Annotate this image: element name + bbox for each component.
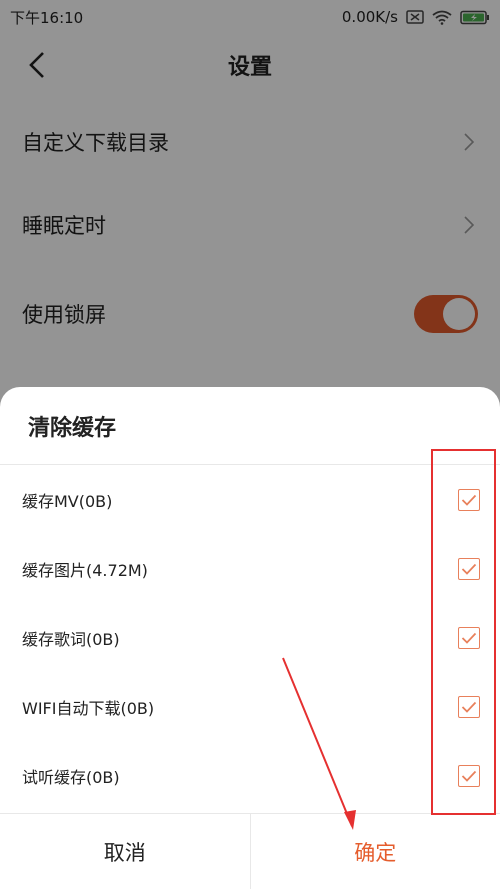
option-wifi-auto-download[interactable]: WIFI自动下载(0B) <box>0 672 500 741</box>
option-label: 试听缓存(0B) <box>22 767 120 787</box>
option-preview-cache[interactable]: 试听缓存(0B) <box>0 741 500 810</box>
sheet-buttons: 取消 确定 <box>0 813 500 889</box>
annotation-highlight-box <box>431 449 496 815</box>
option-label: 缓存MV(0B) <box>22 491 113 511</box>
sheet-title: 清除缓存 <box>0 387 500 465</box>
option-label: 缓存图片(4.72M) <box>22 560 148 580</box>
option-cache-images[interactable]: 缓存图片(4.72M) <box>0 534 500 603</box>
option-cache-lyrics[interactable]: 缓存歌词(0B) <box>0 603 500 672</box>
option-label: 缓存歌词(0B) <box>22 629 120 649</box>
confirm-button[interactable]: 确定 <box>251 814 500 889</box>
cancel-button[interactable]: 取消 <box>0 814 251 889</box>
option-cache-mv[interactable]: 缓存MV(0B) <box>0 465 500 534</box>
clear-cache-sheet: 清除缓存 缓存MV(0B) 缓存图片(4.72M) 缓存歌词(0B) WIFI自… <box>0 387 500 889</box>
option-label: WIFI自动下载(0B) <box>22 698 155 718</box>
